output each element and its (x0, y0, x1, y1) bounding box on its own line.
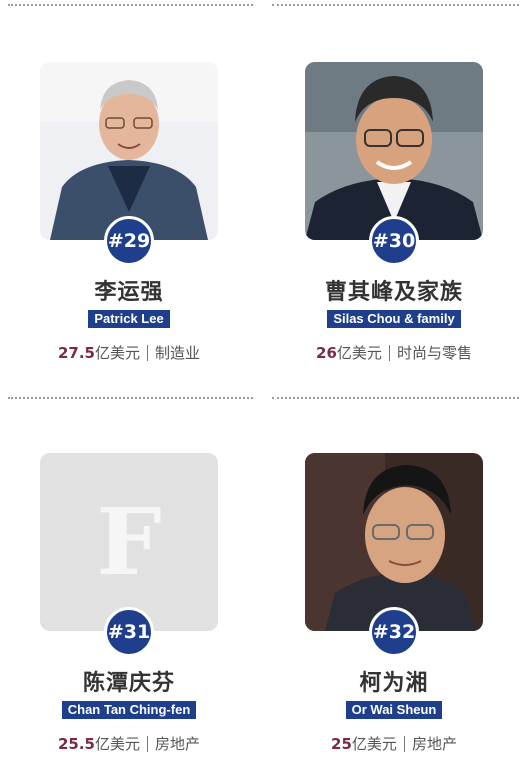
person-card-30[interactable]: #30 曹其峰及家族 Silas Chou & family 26 亿美元 时尚… (279, 62, 509, 363)
net-worth-value: 27.5 (57, 343, 95, 362)
industry-label: 时尚与零售 (396, 344, 472, 362)
person-card-29[interactable]: #29 李运强 Patrick Lee 27.5 亿美元 制造业 (14, 62, 244, 363)
person-meta: 26 亿美元 时尚与零售 (316, 342, 472, 363)
industry-label: 制造业 (155, 344, 201, 362)
portrait-photo-icon (40, 62, 218, 240)
person-name-en: Silas Chou & family (327, 310, 461, 328)
person-photo: F #31 (40, 453, 218, 657)
meta-separator (147, 735, 148, 752)
net-worth-value: 26 (316, 343, 337, 362)
person-photo: #32 (305, 453, 483, 657)
person-name-cn: 陈潭庆芬 (82, 671, 175, 696)
portrait-photo-icon (305, 62, 483, 240)
person-name-cn: 李运强 (94, 280, 164, 305)
person-name-en: Chan Tan Ching-fen (61, 701, 197, 719)
meta-separator (388, 344, 390, 361)
person-photo: #30 (305, 62, 483, 266)
placeholder-letter: F (96, 488, 162, 596)
portrait-photo-icon (305, 453, 483, 631)
net-worth-unit: 亿美元 (94, 735, 140, 753)
person-card-31[interactable]: F #31 陈潭庆芬 Chan Tan Ching-fen 25.5 亿美元 房… (14, 453, 244, 754)
meta-separator (147, 344, 148, 361)
person-meta: 25 亿美元 房地产 (331, 733, 457, 754)
person-meta: 25.5 亿美元 房地产 (58, 733, 200, 754)
forbes-f-placeholder-icon: F (40, 453, 218, 631)
person-name-cn: 柯为湘 (359, 671, 429, 696)
rank-badge: #29 (104, 216, 154, 266)
divider-middle-left (8, 397, 253, 399)
industry-label: 房地产 (155, 735, 201, 753)
rank-badge: #32 (369, 607, 419, 657)
person-name-cn: 曹其峰及家族 (324, 280, 463, 305)
industry-label: 房地产 (411, 735, 457, 753)
divider-middle-right (272, 397, 519, 399)
net-worth-value: 25 (331, 734, 352, 753)
net-worth-value: 25.5 (57, 734, 95, 753)
rank-badge: #31 (104, 607, 154, 657)
person-photo: #29 (40, 62, 218, 266)
divider-top-left (8, 4, 253, 6)
divider-top-right (272, 4, 519, 6)
person-meta: 27.5 亿美元 制造业 (58, 342, 200, 363)
person-name-en: Patrick Lee (88, 310, 170, 328)
person-name-en: Or Wai Sheun (345, 701, 443, 719)
net-worth-unit: 亿美元 (94, 344, 140, 362)
net-worth-unit: 亿美元 (351, 735, 397, 753)
person-card-32[interactable]: #32 柯为湘 Or Wai Sheun 25 亿美元 房地产 (279, 453, 509, 754)
net-worth-unit: 亿美元 (336, 344, 382, 362)
rank-badge: #30 (369, 216, 419, 266)
meta-separator (403, 735, 405, 752)
